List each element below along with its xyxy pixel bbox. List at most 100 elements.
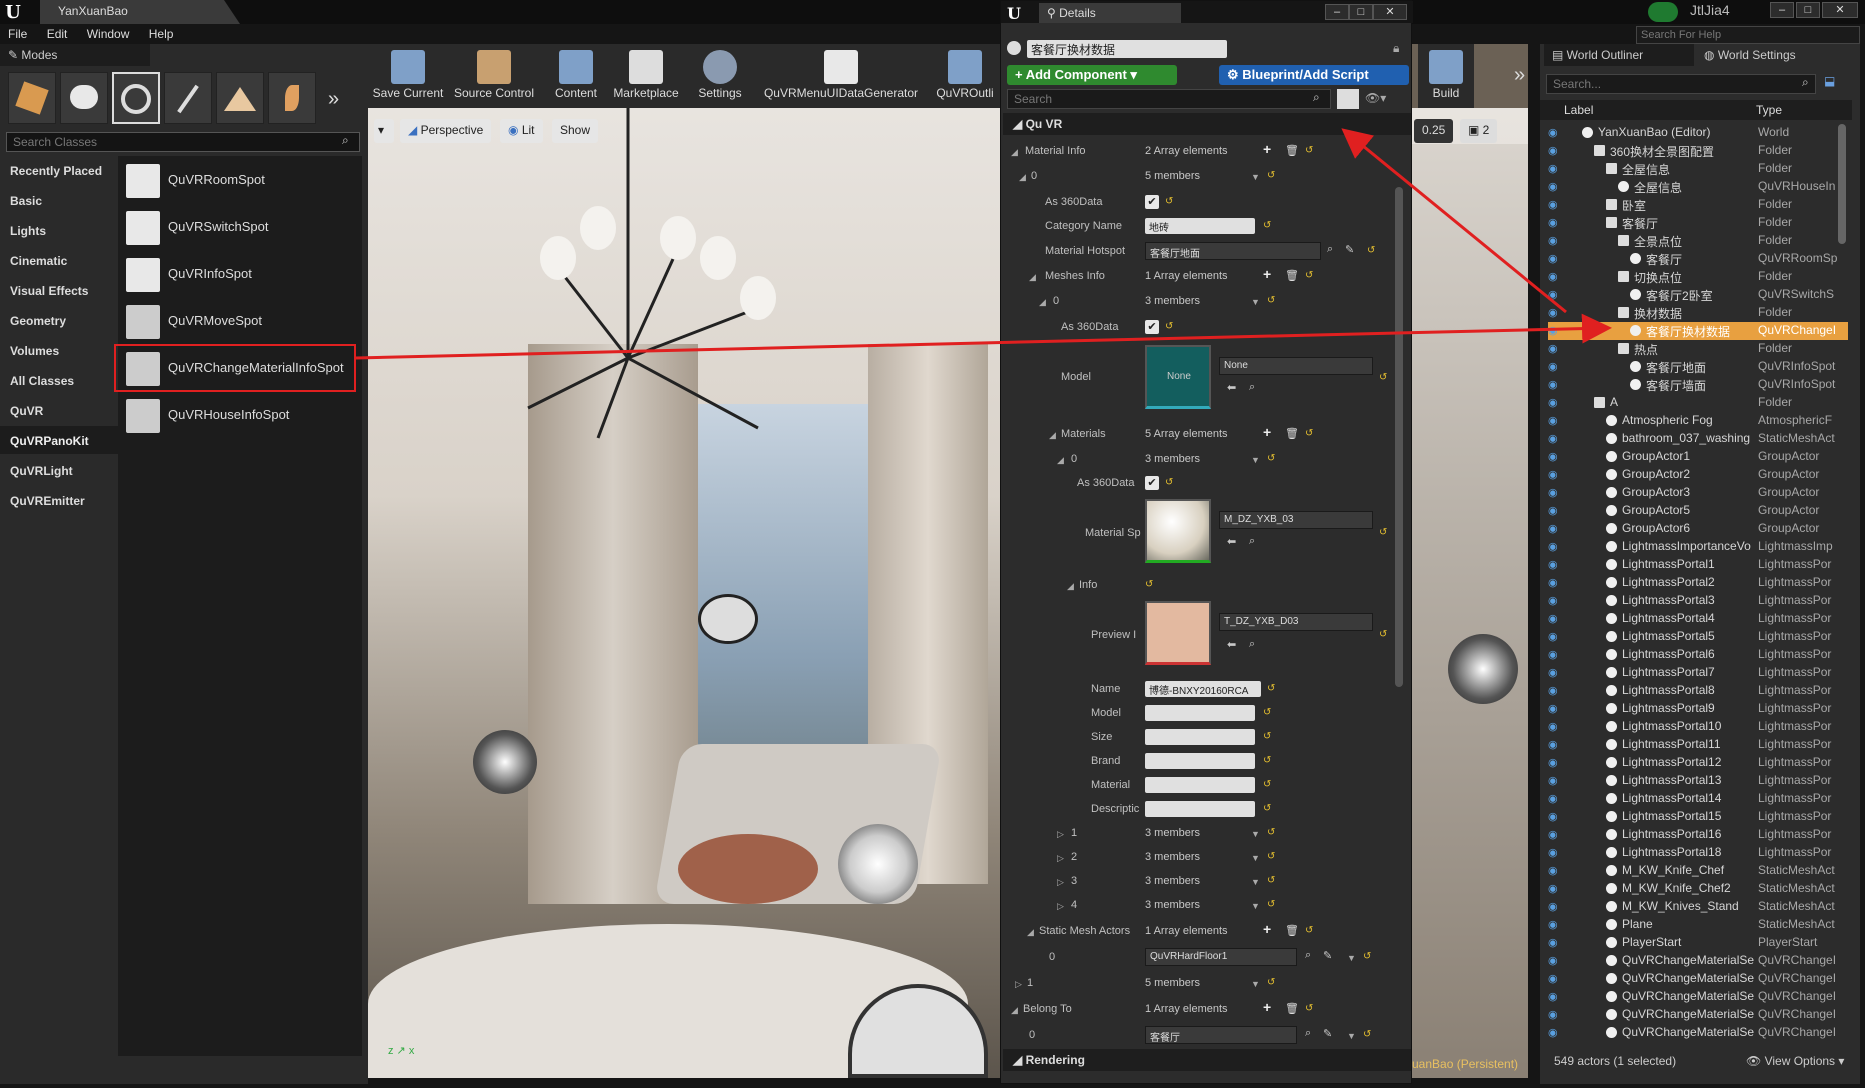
reset-icon[interactable]: ↺ [1267, 827, 1275, 838]
dropdown-arrow-icon[interactable]: ▼ [1347, 953, 1356, 963]
outliner-row[interactable]: ◉ 360换材全景图配置 Folder [1548, 142, 1848, 160]
use-selected-icon[interactable]: ⬅ [1227, 381, 1236, 394]
outliner-row[interactable]: ◉ 全屋信息 Folder [1548, 160, 1848, 178]
menu-edit[interactable]: Edit [39, 24, 76, 44]
view-options-button[interactable]: 👁︎ View Options ▾ [1746, 1054, 1844, 1068]
marketplace-button[interactable]: Marketplace [608, 44, 684, 108]
model-input[interactable] [1145, 705, 1255, 721]
outliner-row[interactable]: ◉ 客餐厅2卧室 QuVRSwitchS [1548, 286, 1848, 304]
tab-world-settings[interactable]: ◍ World Settings [1696, 44, 1846, 66]
reset-icon[interactable]: ↺ [1267, 295, 1275, 306]
outliner-row[interactable]: ◉ LightmassPortal11 LightmassPor [1548, 736, 1848, 754]
trash-icon[interactable]: 🗑︎ [1285, 144, 1299, 157]
more-toolbar-icon[interactable]: » [1514, 64, 1525, 87]
visibility-eye-icon[interactable]: ◉ [1548, 468, 1558, 481]
category-cinematic[interactable]: Cinematic [0, 246, 118, 274]
reset-icon[interactable]: ↺ [1263, 755, 1271, 766]
visibility-eye-icon[interactable]: ◉ [1548, 306, 1558, 319]
visibility-eye-icon[interactable]: ◉ [1548, 522, 1558, 535]
content-button[interactable]: Content [546, 44, 606, 108]
add-element-icon[interactable]: + [1263, 266, 1271, 282]
belong-to-combo[interactable]: 客餐厅 [1145, 1026, 1297, 1044]
model-thumbnail[interactable]: None [1145, 345, 1211, 409]
outliner-row[interactable]: ◉ GroupActor3 GroupActor [1548, 484, 1848, 502]
add-element-icon[interactable]: + [1263, 921, 1271, 937]
outliner-row[interactable]: ◉ QuVRChangeMaterialSe QuVRChangeI [1548, 952, 1848, 970]
reset-icon[interactable]: ↺ [1363, 951, 1371, 962]
outliner-row[interactable]: ◉ LightmassPortal9 LightmassPor [1548, 700, 1848, 718]
settings-button[interactable]: Settings [688, 44, 752, 108]
visibility-eye-icon[interactable]: ◉ [1548, 198, 1558, 211]
outliner-row[interactable]: ◉ M_KW_Knife_Chef2 StaticMeshAct [1548, 880, 1848, 898]
model-combo[interactable]: None [1219, 357, 1373, 375]
reset-icon[interactable]: ↺ [1305, 925, 1313, 936]
place-item-infospot[interactable]: QuVRInfoSpot [126, 254, 356, 294]
reset-icon[interactable]: ↺ [1305, 1003, 1313, 1014]
outliner-row[interactable]: ◉ 换材数据 Folder [1548, 304, 1848, 322]
static-mesh-actor-combo[interactable]: QuVRHardFloor1 [1145, 948, 1297, 966]
outliner-row[interactable]: ◉ M_KW_Knife_Chef StaticMeshAct [1548, 862, 1848, 880]
outliner-row[interactable]: ◉ LightmassPortal18 LightmassPor [1548, 844, 1848, 862]
reset-icon[interactable]: ↺ [1305, 270, 1313, 281]
browse-icon[interactable]: ⌕ [1327, 243, 1333, 256]
reset-icon[interactable]: ↺ [1379, 629, 1387, 640]
reset-icon[interactable]: ↺ [1379, 372, 1387, 383]
outliner-row[interactable]: ◉ LightmassPortal16 LightmassPor [1548, 826, 1848, 844]
material-hotspot-combo[interactable]: 客餐厅地面 [1145, 242, 1321, 260]
outliner-row[interactable]: ◉ 客餐厅墙面 QuVRInfoSpot [1548, 376, 1848, 394]
expand-arrow-icon[interactable]: ◢ [1039, 297, 1046, 308]
material-input[interactable] [1145, 777, 1255, 793]
reset-icon[interactable]: ↺ [1263, 731, 1271, 742]
expand-arrow-icon[interactable]: ▷ [1057, 829, 1064, 840]
category-geometry[interactable]: Geometry [0, 306, 118, 334]
category-recently-placed[interactable]: Recently Placed [0, 156, 118, 184]
reset-icon[interactable]: ↺ [1263, 707, 1271, 718]
help-search-input[interactable]: Search For Help [1636, 26, 1860, 44]
outliner-row[interactable]: ◉ 热点 Folder [1548, 340, 1848, 358]
visibility-eye-icon[interactable]: ◉ [1548, 756, 1558, 769]
visibility-eye-icon[interactable]: ◉ [1548, 684, 1558, 697]
more-modes-icon[interactable]: » [328, 88, 339, 111]
visibility-eye-icon[interactable]: ◉ [1548, 324, 1558, 337]
visibility-eye-icon[interactable]: ◉ [1548, 666, 1558, 679]
place-item-houseinfospot[interactable]: QuVRHouseInfoSpot [126, 395, 356, 435]
details-scrollbar[interactable] [1395, 187, 1403, 687]
category-all-classes[interactable]: All Classes [0, 366, 118, 394]
visibility-eye-icon[interactable]: ◉ [1548, 558, 1558, 571]
save-current-button[interactable]: Save Current [372, 44, 444, 108]
visibility-eye-icon[interactable]: ◉ [1548, 288, 1558, 301]
category-quvremitter[interactable]: QuVREmitter [0, 486, 118, 514]
category-lights[interactable]: Lights [0, 216, 118, 244]
add-component-button[interactable]: + Add Component ▾ [1007, 65, 1177, 85]
material-thumbnail[interactable] [1145, 499, 1211, 563]
reset-icon[interactable]: ↺ [1165, 321, 1173, 332]
expand-arrow-icon[interactable]: ▷ [1057, 901, 1064, 912]
place-item-movespot[interactable]: QuVRMoveSpot [126, 301, 356, 341]
source-control-status-icon[interactable] [1648, 2, 1678, 22]
outliner-row[interactable]: ◉ Atmospheric Fog AtmosphericF [1548, 412, 1848, 430]
as-360data-checkbox[interactable]: ✔ [1145, 195, 1159, 209]
spot-gizmo-icon[interactable] [1448, 634, 1518, 704]
outliner-scrollbar[interactable] [1838, 124, 1846, 244]
details-tab[interactable]: ⚲ Details [1039, 3, 1181, 23]
reset-icon[interactable]: ↺ [1305, 145, 1313, 156]
visibility-eye-icon[interactable]: ◉ [1548, 144, 1558, 157]
visibility-eye-icon[interactable]: ◉ [1548, 1008, 1558, 1021]
reset-icon[interactable]: ↺ [1263, 220, 1271, 231]
quvr-menu-ui-data-generator-button[interactable]: QuVRMenuUIDataGenerator [756, 44, 926, 108]
visibility-eye-icon[interactable]: ◉ [1548, 702, 1558, 715]
outliner-row[interactable]: ◉ LightmassPortal14 LightmassPor [1548, 790, 1848, 808]
reset-icon[interactable]: ↺ [1305, 428, 1313, 439]
reset-icon[interactable]: ↺ [1263, 779, 1271, 790]
outliner-row[interactable]: ◉ QuVRChangeMaterialSe QuVRChangeI [1548, 970, 1848, 988]
visibility-eye-icon[interactable]: ◉ [1548, 828, 1558, 841]
show-button[interactable]: Show [552, 119, 599, 143]
outliner-row[interactable]: ◉ 客餐厅地面 QuVRInfoSpot [1548, 358, 1848, 376]
outliner-row[interactable]: ◉ 客餐厅换材数据 QuVRChangeI [1548, 322, 1848, 340]
reset-icon[interactable]: ↺ [1267, 899, 1275, 910]
section-quvr[interactable]: ◢ Qu VR [1003, 113, 1411, 135]
category-volumes[interactable]: Volumes [0, 336, 118, 364]
reset-icon[interactable]: ↺ [1267, 453, 1275, 464]
visibility-eye-icon[interactable]: ◉ [1548, 378, 1558, 391]
picker-icon[interactable]: ✎ [1323, 949, 1332, 962]
